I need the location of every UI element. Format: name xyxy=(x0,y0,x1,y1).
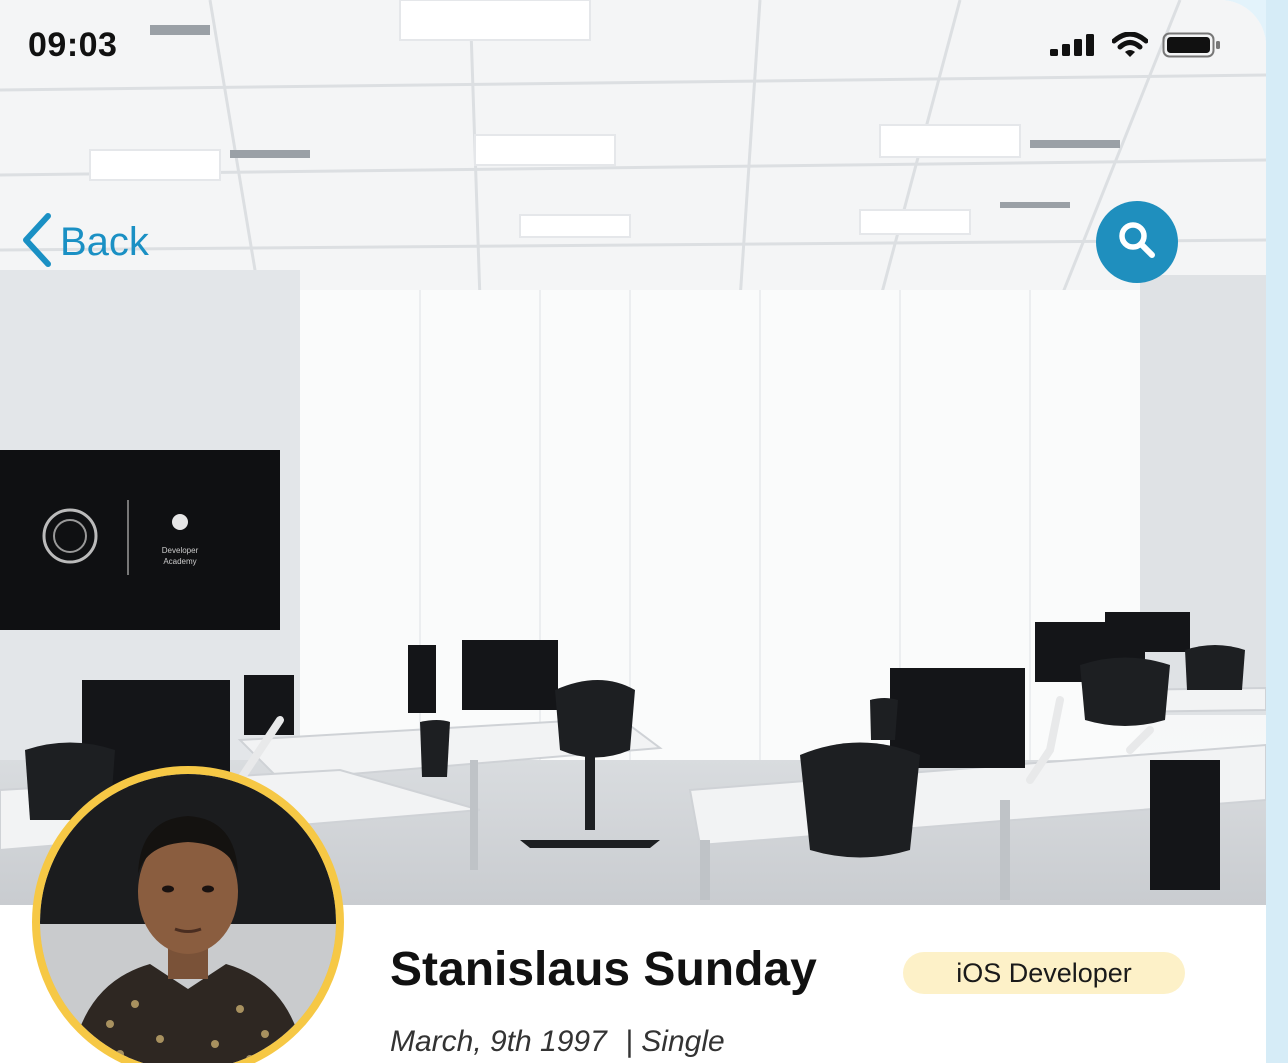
chevron-left-icon xyxy=(18,212,54,273)
avatar xyxy=(32,766,344,1063)
back-button[interactable]: Back xyxy=(18,212,149,273)
profile-birthdate: March, 9th 1997 xyxy=(390,1025,607,1058)
wifi-icon xyxy=(1111,31,1149,63)
battery-icon xyxy=(1162,32,1222,63)
profile-screen: Developer Academy 09:03 Back Stanislaus … xyxy=(0,0,1266,1063)
search-button[interactable] xyxy=(1096,201,1178,283)
profile-meta: March, 9th 1997 | Single xyxy=(390,1025,725,1059)
tv-brand-line1: Developer xyxy=(162,546,199,555)
background-edge xyxy=(1266,0,1288,1063)
status-time: 09:03 xyxy=(28,26,118,64)
role-badge: iOS Developer xyxy=(903,952,1185,994)
profile-name: Stanislaus Sunday xyxy=(390,943,817,996)
status-icons xyxy=(1050,31,1222,63)
back-label: Back xyxy=(60,220,149,264)
signal-icon xyxy=(1050,34,1098,61)
search-icon xyxy=(1116,219,1158,266)
profile-separator: | xyxy=(625,1025,633,1058)
tv-brand-line2: Academy xyxy=(163,557,196,566)
profile-status: Single xyxy=(641,1025,725,1058)
